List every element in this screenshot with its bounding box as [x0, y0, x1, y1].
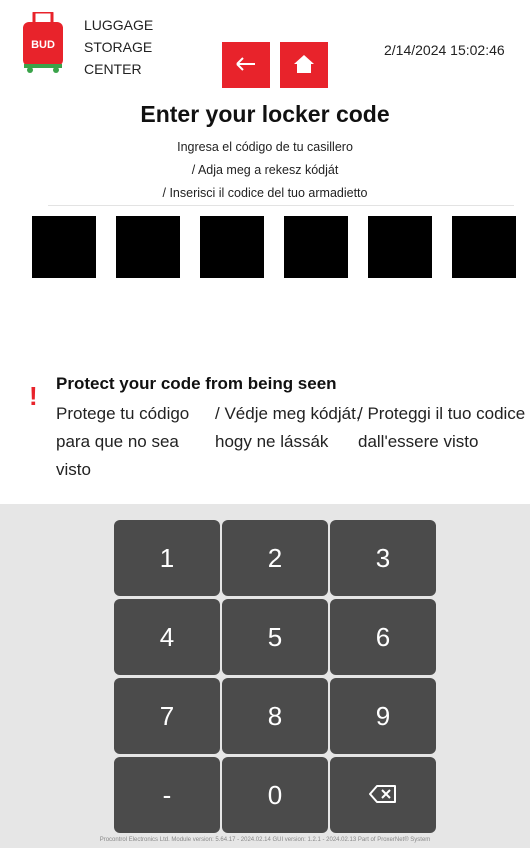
code-digit-box [368, 216, 432, 278]
key-8[interactable]: 8 [222, 678, 328, 754]
key-1[interactable]: 1 [114, 520, 220, 596]
warning-text-es: Protege tu código para que no sea visto [56, 404, 190, 479]
code-digit-box [200, 216, 264, 278]
logo-text: BUD [31, 39, 55, 51]
page-title: Enter your locker code [140, 101, 390, 127]
footer-version-info: Procontrol Electronics Ltd. Module versi… [99, 837, 431, 843]
warning-text-it: / Proteggi il tuo codice dall'essere vis… [358, 404, 526, 451]
brand-name: LUGGAGE STORAGE CENTER [84, 14, 153, 80]
key-6[interactable]: 6 [330, 599, 436, 675]
backspace-icon [369, 780, 397, 811]
back-button[interactable] [222, 42, 270, 88]
code-digit-box [32, 216, 96, 278]
warning-title: Protect your code from being seen [56, 374, 337, 393]
subtitle-hu: / Adja meg a rekesz kódját [191, 163, 339, 177]
arrow-left-icon [235, 56, 257, 75]
home-icon [293, 54, 315, 77]
code-digit-box [284, 216, 348, 278]
key-4[interactable]: 4 [114, 599, 220, 675]
exclamation-icon: ! [29, 381, 38, 411]
key-9[interactable]: 9 [330, 678, 436, 754]
key-7[interactable]: 7 [114, 678, 220, 754]
key-2[interactable]: 2 [222, 520, 328, 596]
warning-text-hu: / Védje meg kódját, hogy ne lássák [215, 404, 361, 451]
key-dash[interactable]: - [114, 757, 220, 833]
brand-line-2: STORAGE [84, 39, 153, 55]
key-0[interactable]: 0 [222, 757, 328, 833]
code-digit-box [116, 216, 180, 278]
brand-line-3: CENTER [84, 61, 142, 77]
home-button[interactable] [280, 42, 328, 88]
code-digit-box [452, 216, 516, 278]
backspace-button[interactable] [330, 757, 436, 833]
divider [48, 205, 514, 206]
subtitle-it: / Inserisci il codice del tuo armadietto [162, 186, 368, 200]
key-5[interactable]: 5 [222, 599, 328, 675]
key-3[interactable]: 3 [330, 520, 436, 596]
suitcase-logo: BUD [22, 10, 64, 74]
subtitle-es: Ingresa el código de tu casillero [177, 140, 353, 154]
datetime: 2/14/2024 15:02:46 [384, 42, 505, 58]
brand-line-1: LUGGAGE [84, 17, 154, 33]
keypad-area: 1 2 3 4 5 6 7 8 9 - 0 [0, 504, 530, 848]
